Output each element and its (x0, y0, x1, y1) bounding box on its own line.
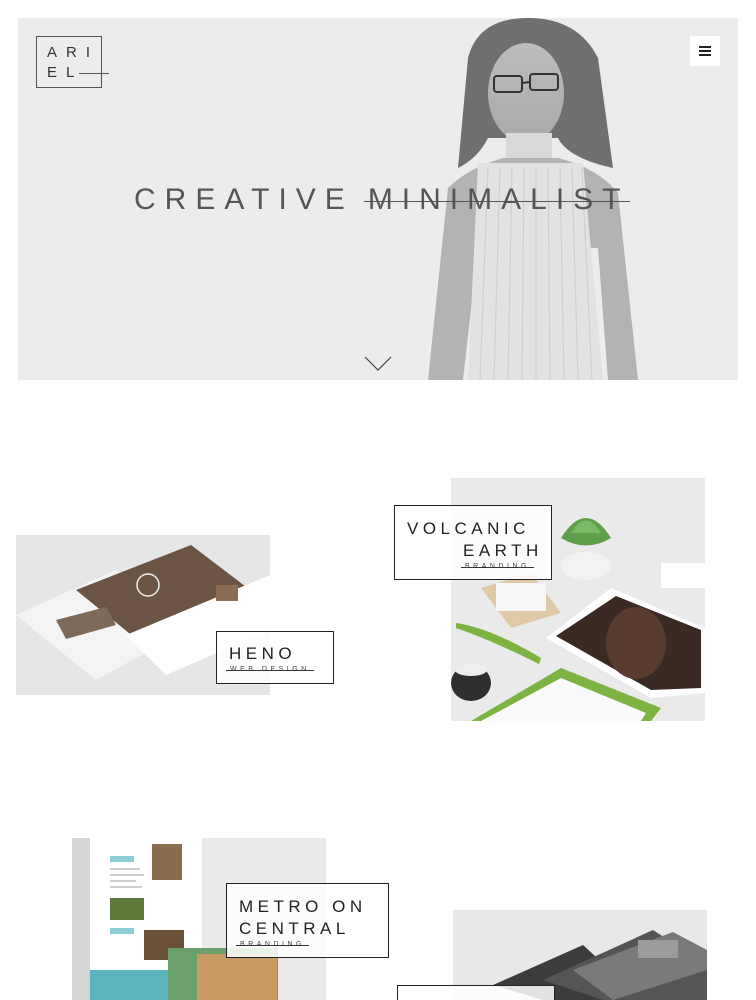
headline-struck: MINIMALIST (363, 183, 630, 216)
hamburger-icon (699, 46, 711, 48)
project-volcanic-earth-title-line1: VOLCANIC (407, 519, 530, 538)
headline-plain: CREATIVE (134, 183, 354, 216)
project-metro-on-central-title-line1: METRO ON (239, 897, 367, 916)
chevron-down-icon[interactable] (364, 356, 392, 372)
project-heno-label[interactable]: HENO WEB DESIGN (216, 631, 334, 684)
project-4-label[interactable] (397, 985, 555, 1000)
logo-dash (79, 73, 109, 74)
project-heno-category: WEB DESIGN (226, 666, 314, 673)
project-volcanic-earth-title-line2: EARTH (463, 541, 543, 560)
hero-headline: CREATIVE MINIMALIST (18, 183, 738, 217)
project-volcanic-earth-category: BRANDING (461, 563, 534, 570)
project-heno-title: HENO (229, 644, 297, 663)
project-metro-on-central-title-line2: CENTRAL (239, 919, 350, 938)
project-metro-on-central-label[interactable]: METRO ON CENTRAL BRANDING (226, 883, 389, 958)
project-metro-on-central-category: BRANDING (236, 941, 309, 948)
hero-section: ARI EL CREATIVE MINIMALIST (18, 18, 738, 380)
logo-text-line1: ARI (47, 44, 100, 61)
brand-logo[interactable]: ARI EL (36, 36, 109, 88)
project-volcanic-earth-label[interactable]: VOLCANIC EARTH BRANDING (394, 505, 552, 580)
logo-text-line2: EL (47, 64, 84, 81)
menu-button[interactable] (690, 36, 720, 66)
